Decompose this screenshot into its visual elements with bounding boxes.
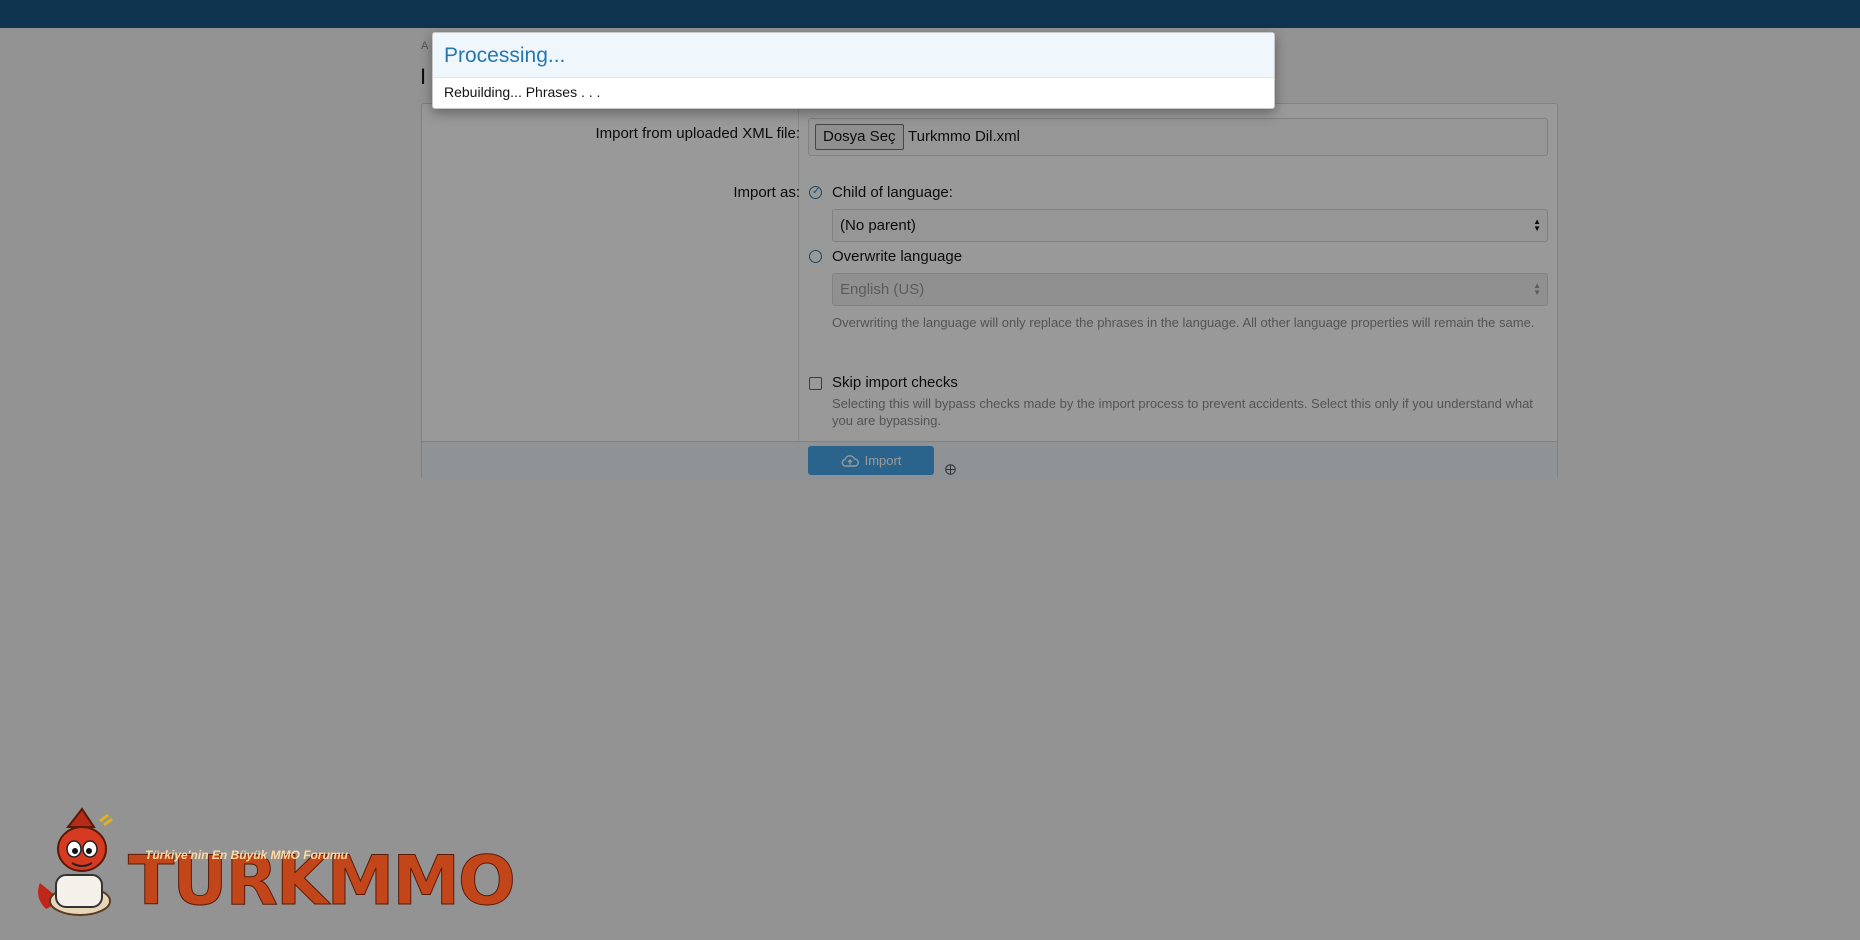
logo-tagline: Türkiye'nin En Büyük MMO Forumu [145,848,348,862]
dialog-status-text: Rebuilding... Phrases . . . [444,84,601,100]
processing-dialog: Processing... Rebuilding... Phrases . . … [432,32,1275,109]
dialog-title: Processing... [444,44,566,67]
modal-backdrop[interactable] [0,0,1860,940]
